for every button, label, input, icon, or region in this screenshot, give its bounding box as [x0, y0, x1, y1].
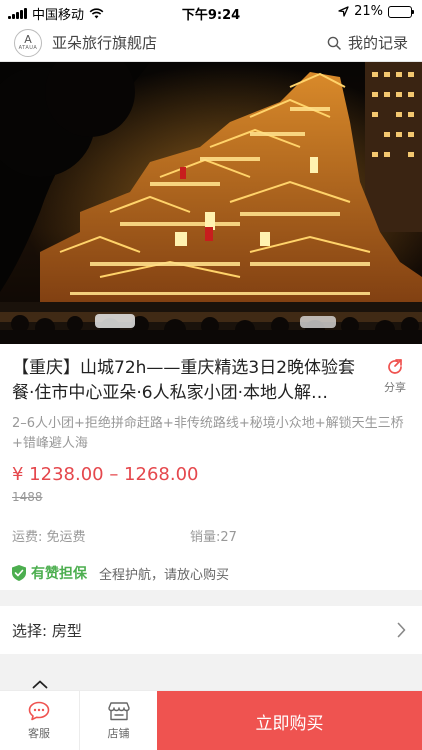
product-info-section: 【重庆】山城72h——重庆精选3日2晚体验套餐·住市中心亚朵·6人私家小团·本地… [0, 344, 422, 590]
original-price: 1488 [12, 490, 43, 504]
guarantee-description: 全程护航，请放心购买 [99, 567, 230, 583]
product-title: 【重庆】山城72h——重庆精选3日2晚体验套餐·住市中心亚朵·6人私家小团·本地… [12, 358, 356, 403]
sales-count: 销量:27 [190, 530, 237, 545]
room-type-select[interactable]: 选择: 房型 [0, 606, 422, 654]
bottom-action-bar: 客服 店铺 立即购买 [0, 690, 422, 750]
battery-icon [388, 5, 414, 18]
status-bar: 中国移动 下午9:24 21% [0, 0, 422, 24]
customer-service-label: 客服 [28, 727, 50, 740]
search-icon [327, 36, 341, 50]
store-header: A ATAUA 亚朵旅行旗舰店 我的记录 [0, 24, 422, 62]
buy-now-button[interactable]: 立即购买 [157, 691, 422, 750]
product-subtitle: 2–6人小团+拒绝拼命赶路+非传统路线+秘境小众地+解锁天生三桥+错峰避人海 [12, 416, 404, 451]
share-icon [388, 359, 402, 374]
room-type-select-label: 选择: 房型 [12, 621, 82, 640]
my-records-button[interactable]: 我的记录 [327, 32, 408, 53]
product-banner-image[interactable] [0, 62, 422, 344]
guarantee-title: 有赞担保 [31, 566, 87, 582]
store-button[interactable]: 店铺 [79, 691, 157, 750]
chevron-up-icon[interactable] [32, 680, 48, 689]
my-records-label: 我的记录 [347, 34, 408, 52]
share-button[interactable]: 分享 [380, 358, 410, 395]
shipping-info: 运费: 免运费 [12, 530, 86, 545]
customer-service-button[interactable]: 客服 [0, 691, 78, 750]
product-price: ¥ 1238.00 – 1268.00 [12, 464, 199, 485]
share-label: 分享 [384, 381, 406, 394]
guarantee-row[interactable]: 有赞担保 全程护航，请放心购买 [12, 563, 229, 583]
chevron-right-icon [397, 622, 406, 638]
store-icon [107, 702, 130, 721]
store-logo-text: ATAUA [18, 45, 38, 51]
store-label: 店铺 [107, 727, 130, 740]
store-name[interactable]: 亚朵旅行旗舰店 [52, 32, 157, 53]
store-logo-mark: A [24, 33, 32, 46]
guarantee-shield-icon [12, 565, 26, 581]
chat-bubble-icon [28, 701, 50, 721]
location-arrow-icon [338, 6, 349, 17]
battery-percent: 21% [354, 4, 383, 19]
store-logo[interactable]: A ATAUA [14, 28, 42, 57]
